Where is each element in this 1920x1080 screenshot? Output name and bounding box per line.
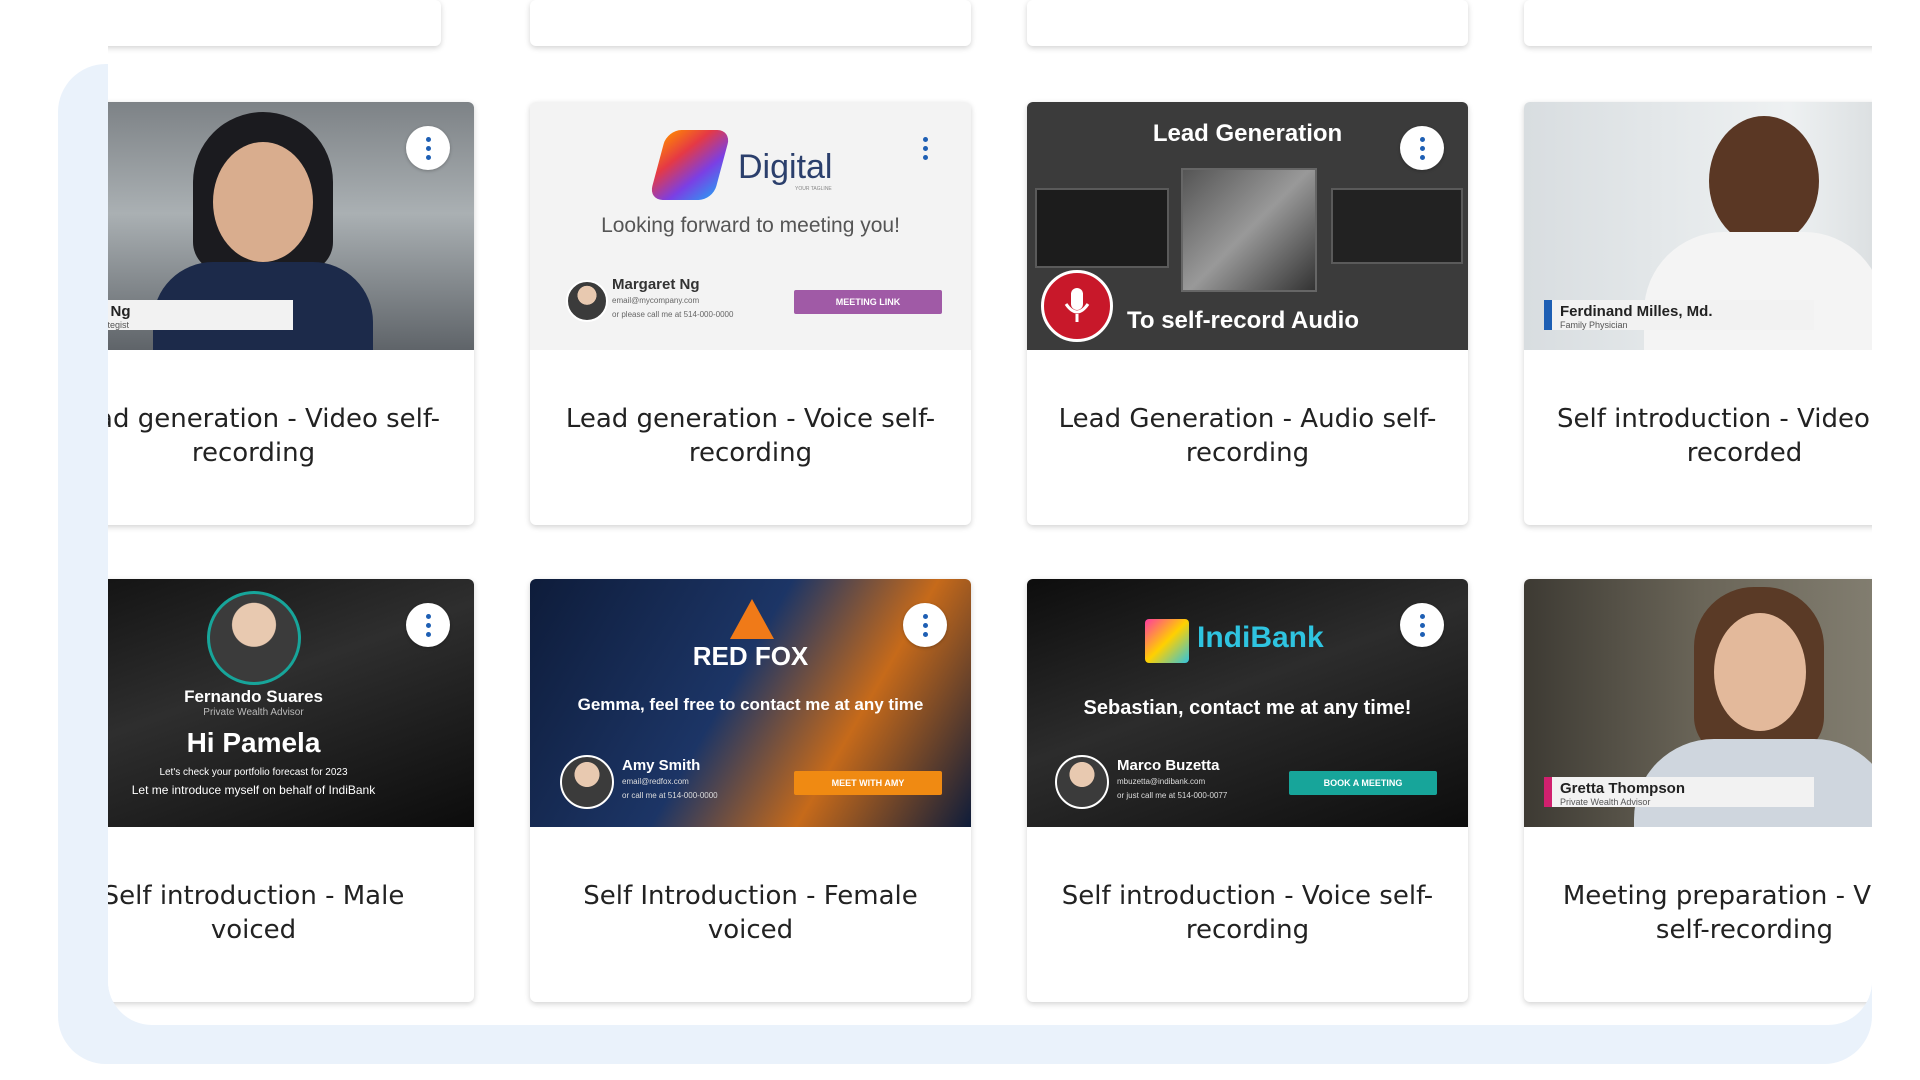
greeting: Hi Pamela bbox=[186, 727, 321, 758]
card-title: Self introduction - Video self-recorded bbox=[1556, 404, 1872, 468]
template-card[interactable]: RED FOX Gemma, feel free to contact me a… bbox=[530, 579, 971, 1002]
digital-logo bbox=[648, 130, 732, 200]
template-card-stub[interactable] bbox=[530, 0, 971, 46]
template-card[interactable]: Gretta Thompson Private Wealth Advisor M… bbox=[1524, 579, 1872, 1002]
card-title: Lead Generation - Audio self-recording bbox=[1058, 404, 1437, 468]
message-line: Let's check your portfolio forecast for … bbox=[159, 767, 348, 778]
more-vertical-icon[interactable] bbox=[903, 603, 947, 647]
card-title: Lead generation - Video self-recording bbox=[108, 404, 441, 468]
template-card[interactable]: Fernando Suares Private Wealth Advisor H… bbox=[108, 579, 474, 1002]
person-name: Fernando Suares bbox=[184, 687, 323, 706]
template-card-stub[interactable] bbox=[1524, 0, 1872, 46]
brand-name: RED FOX bbox=[692, 641, 809, 671]
template-card-stub[interactable] bbox=[108, 0, 441, 46]
person-face bbox=[213, 142, 313, 262]
template-card-stub[interactable] bbox=[1027, 0, 1468, 46]
cta-button: BOOK A MEETING bbox=[1289, 771, 1437, 795]
avatar bbox=[566, 280, 608, 322]
card-title: Self introduction - Male voiced bbox=[108, 881, 405, 945]
cta-button: MEET WITH AMY bbox=[794, 771, 942, 795]
screen-thumb bbox=[1331, 188, 1463, 264]
more-vertical-icon[interactable] bbox=[903, 126, 947, 170]
microphone-icon bbox=[1041, 270, 1113, 342]
person-face bbox=[1714, 613, 1806, 731]
more-vertical-icon[interactable] bbox=[1400, 603, 1444, 647]
template-card[interactable]: Digital YOUR TAGLINE Looking forward to … bbox=[530, 102, 971, 525]
cta-button: MEETING LINK bbox=[794, 290, 942, 314]
bottom-text: To self-record Audio bbox=[1127, 307, 1360, 334]
card-title: Self introduction - Voice self-recording bbox=[1061, 881, 1434, 945]
card-title: Meeting preparation - Video self-recordi… bbox=[1562, 881, 1872, 945]
headline: Sebastian, contact me at any time! bbox=[1083, 697, 1412, 719]
thumbnail-video: Ferdinand Milles, Md. Family Physician bbox=[1524, 102, 1872, 350]
brand-name: Digital bbox=[738, 148, 833, 186]
screen-thumb bbox=[1181, 168, 1317, 292]
lower-third: Gretta Thompson Private Wealth Advisor bbox=[1544, 777, 1814, 807]
template-card[interactable]: Margaret Ng Automation Strategist Lead g… bbox=[108, 102, 474, 525]
message-line: Let me introduce myself on behalf of Ind… bbox=[131, 783, 376, 797]
person-role: Private Wealth Advisor bbox=[203, 707, 304, 718]
more-vertical-icon[interactable] bbox=[1400, 126, 1444, 170]
thumbnail-video: Gretta Thompson Private Wealth Advisor bbox=[1524, 579, 1872, 827]
person-coat bbox=[1644, 232, 1872, 350]
signature-email: email@redfox.com bbox=[622, 777, 689, 786]
screen-thumb bbox=[1035, 188, 1169, 268]
signature-name: Margaret Ng bbox=[612, 276, 700, 293]
headline: Looking forward to meeting you! bbox=[601, 214, 900, 237]
indibank-logo bbox=[1145, 619, 1189, 663]
signature-phone: or call me at 514-000-0000 bbox=[622, 791, 718, 800]
more-vertical-icon[interactable] bbox=[406, 126, 450, 170]
template-card[interactable]: Ferdinand Milles, Md. Family Physician S… bbox=[1524, 102, 1872, 525]
signature-phone: or just call me at 514-000-0077 bbox=[1117, 791, 1228, 800]
card-title: Self Introduction - Female voiced bbox=[583, 881, 918, 945]
headline: Gemma, feel free to contact me at any ti… bbox=[577, 695, 924, 714]
template-card[interactable]: IndiBank Sebastian, contact me at any ti… bbox=[1027, 579, 1468, 1002]
template-grid: Margaret Ng Automation Strategist Lead g… bbox=[108, 0, 1872, 1025]
avatar bbox=[1055, 755, 1109, 809]
fox-logo bbox=[730, 599, 774, 639]
avatar bbox=[207, 591, 301, 685]
signature-email: email@mycompany.com bbox=[612, 296, 700, 305]
lower-third: Margaret Ng Automation Strategist bbox=[108, 300, 293, 330]
signature-name: Marco Buzetta bbox=[1117, 757, 1220, 774]
avatar bbox=[560, 755, 614, 809]
brand-name: IndiBank bbox=[1197, 621, 1324, 654]
signature-name: Amy Smith bbox=[622, 757, 701, 774]
more-vertical-icon[interactable] bbox=[406, 603, 450, 647]
template-card[interactable]: Lead Generation To self-record Audio Lea… bbox=[1027, 102, 1468, 525]
person-face bbox=[1709, 116, 1819, 246]
signature-phone: or please call me at 514-000-0000 bbox=[612, 310, 734, 319]
lower-third: Ferdinand Milles, Md. Family Physician bbox=[1544, 300, 1814, 330]
brand-tagline: YOUR TAGLINE bbox=[795, 186, 832, 192]
signature-email: mbuzetta@indibank.com bbox=[1117, 777, 1206, 786]
card-title: Lead generation - Voice self-recording bbox=[565, 404, 936, 468]
